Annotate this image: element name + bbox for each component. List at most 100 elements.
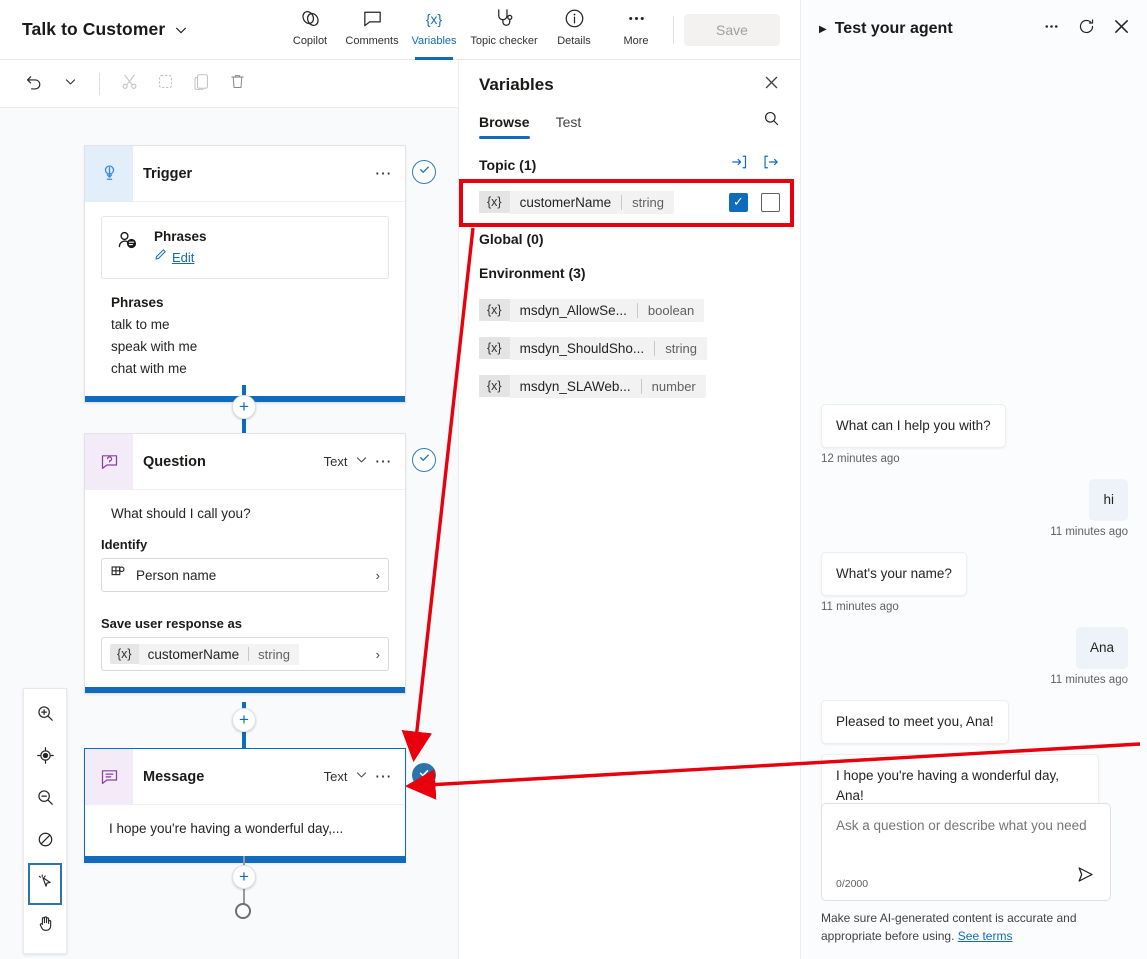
reset-view-button[interactable] [28, 821, 62, 863]
variable-row-customerName[interactable]: {x} customerName string ✓ [459, 189, 800, 215]
ai-disclaimer: Make sure AI-generated content is accura… [821, 909, 1121, 945]
zoom-in-icon [36, 704, 55, 728]
export-variable-icon[interactable] [762, 153, 780, 176]
refresh-icon[interactable] [1077, 17, 1096, 41]
save-button[interactable]: Save [684, 13, 780, 46]
app-root: Talk to Customer Copilot Comments {x} Va… [0, 0, 1147, 959]
close-icon[interactable] [763, 74, 780, 96]
phrases-section-label: Phrases [111, 295, 164, 310]
send-icon[interactable] [1075, 864, 1096, 890]
chat-timestamp: 12 minutes ago [821, 453, 900, 465]
close-icon[interactable] [1112, 17, 1131, 41]
command-comments[interactable]: Comments [341, 0, 403, 60]
pan-hand-button[interactable] [28, 905, 62, 947]
chevron-down-icon[interactable] [355, 453, 368, 471]
command-label: Comments [345, 34, 399, 47]
identify-entity-value: Person name [136, 567, 217, 583]
tab-test[interactable]: Test [556, 108, 582, 139]
caret-right-icon[interactable]: ▶ [819, 24, 827, 35]
see-terms-link[interactable]: See terms [958, 929, 1013, 943]
command-label: More [623, 34, 649, 47]
variable-type: string [632, 194, 664, 210]
chat-input-placeholder[interactable]: Ask a question or describe what you need [836, 816, 1096, 836]
question-node[interactable]: Question Text ⋯ What should I call you? … [84, 433, 406, 694]
check-circle-filled-icon [417, 766, 431, 785]
chat-bubble: What can I help you with? [821, 404, 1006, 448]
test-panel-header: ▶ Test your agent [801, 0, 1147, 58]
copy-icon [156, 72, 175, 96]
trigger-node-title: Trigger [143, 165, 193, 182]
svg-text:{x}: {x} [426, 11, 443, 27]
message-node[interactable]: Message Text ⋯ I hope you're having a wo… [84, 748, 406, 863]
add-node-button[interactable]: + [232, 395, 256, 419]
variables-panel-title: Variables [479, 75, 554, 94]
tab-browse[interactable]: Browse [479, 108, 530, 139]
cut-button[interactable] [113, 68, 145, 100]
variable-chip: {x} customerName string [479, 189, 674, 215]
topic-title-dropdown[interactable]: Talk to Customer [22, 19, 188, 40]
variable-row-msdyn-slaweb[interactable]: {x} msdyn_SLAWeb... number [459, 373, 800, 399]
search-icon[interactable] [763, 110, 780, 138]
ellipsis-icon[interactable]: ⋯ [375, 768, 394, 785]
edit-link-text[interactable]: Edit [172, 250, 194, 265]
import-variable-icon[interactable] [730, 153, 748, 176]
variable-chip: {x} msdyn_SLAWeb... number [479, 373, 706, 399]
fit-to-screen-button[interactable] [28, 737, 62, 779]
command-copilot[interactable]: Copilot [279, 0, 341, 60]
command-topic-checker[interactable]: Topic checker [465, 0, 543, 60]
delete-button[interactable] [221, 68, 253, 100]
check-circle-icon [417, 162, 432, 182]
edit-toolbar [0, 60, 458, 108]
trigger-node[interactable]: Trigger ⋯ Phrases Edit Phrases talk to m… [84, 145, 406, 403]
topic-canvas[interactable]: Trigger ⋯ Phrases Edit Phrases talk to m… [0, 108, 458, 959]
variables-panel-header: Variables [459, 60, 800, 100]
save-response-variable-picker[interactable]: {x} customerName string › [101, 637, 389, 671]
message-bubble-icon [85, 748, 133, 805]
command-variables[interactable]: {x} Variables [403, 0, 465, 60]
undo-button[interactable] [18, 68, 50, 100]
edit-phrases-link[interactable]: Edit [154, 248, 207, 266]
copy-button[interactable] [149, 68, 181, 100]
question-node-actions: Text ⋯ [324, 453, 405, 471]
identify-entity-picker[interactable]: Person name › [101, 558, 389, 592]
question-status-badge[interactable] [412, 448, 436, 472]
zoom-out-button[interactable] [28, 779, 62, 821]
phrase-item: speak with me [111, 339, 198, 354]
ellipsis-icon[interactable] [1042, 17, 1061, 41]
save-response-label: Save user response as [101, 616, 242, 631]
command-more[interactable]: More [605, 0, 667, 60]
chat-message-user: Ana 11 minutes ago [821, 627, 1128, 686]
paste-button[interactable] [185, 68, 217, 100]
add-node-button[interactable]: + [232, 708, 256, 732]
phrases-card[interactable]: Phrases Edit [101, 216, 389, 279]
ellipsis-icon[interactable]: ⋯ [375, 165, 394, 182]
variable-row-msdyn-allowse[interactable]: {x} msdyn_AllowSe... boolean [459, 297, 800, 323]
zoom-in-button[interactable] [28, 695, 62, 737]
variable-name: msdyn_ShouldSho... [519, 340, 645, 356]
message-status-badge[interactable] [412, 763, 436, 787]
undo-dropdown-button[interactable] [54, 68, 86, 100]
divider [248, 647, 250, 661]
trigger-icon [85, 145, 133, 202]
variable-chip: {x} msdyn_AllowSe... boolean [479, 297, 705, 323]
trigger-node-header: Trigger ⋯ [85, 145, 405, 202]
chat-composer[interactable]: Ask a question or describe what you need… [821, 803, 1111, 901]
section-title: Environment (3) [479, 265, 586, 281]
command-details[interactable]: Details [543, 0, 605, 60]
divider [636, 302, 638, 318]
reset-view-icon [36, 830, 55, 854]
pencil-icon [154, 248, 167, 266]
trigger-status-badge[interactable] [412, 160, 436, 184]
variable-input-checkbox[interactable]: ✓ [729, 192, 748, 212]
variable-row-msdyn-shouldsho[interactable]: {x} msdyn_ShouldSho... string [459, 335, 800, 361]
copilot-icon [299, 7, 322, 31]
chat-bubble: Ana [1075, 627, 1128, 669]
ellipsis-icon[interactable]: ⋯ [375, 453, 394, 470]
chevron-down-icon[interactable] [355, 768, 368, 786]
pointer-select-button[interactable] [28, 863, 62, 905]
add-node-button[interactable]: + [232, 865, 256, 889]
variable-type: string [258, 646, 290, 662]
question-type-label: Text [323, 454, 348, 469]
variable-chip: {x} msdyn_ShouldSho... string [479, 335, 707, 361]
variable-output-checkbox[interactable] [761, 192, 780, 212]
